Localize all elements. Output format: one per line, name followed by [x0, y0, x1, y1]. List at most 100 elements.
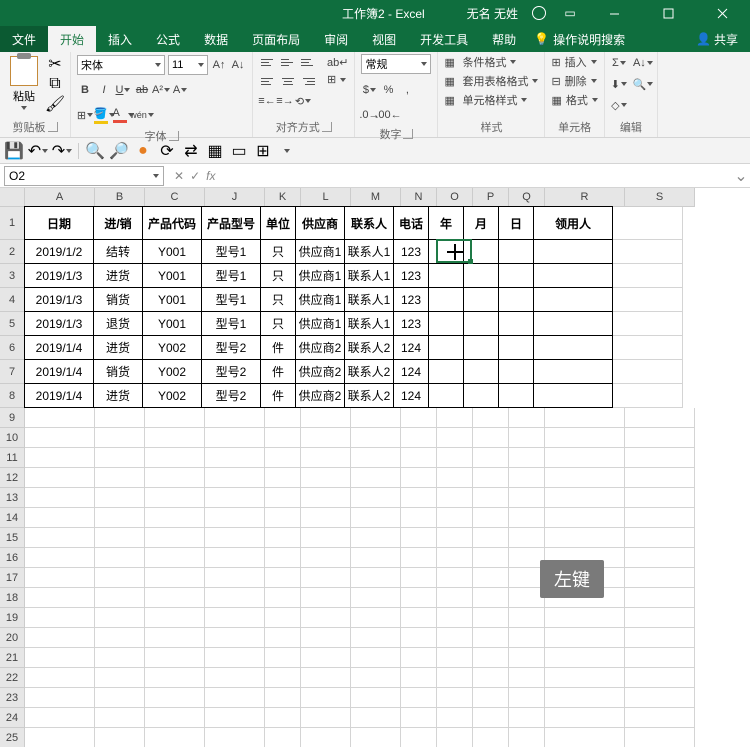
strikethrough-button[interactable]: ab: [134, 81, 150, 99]
cell-S5[interactable]: [613, 312, 683, 336]
qat-btn-1[interactable]: 🔍: [87, 143, 103, 159]
tab-data[interactable]: 数据: [192, 26, 240, 52]
cell-Q22[interactable]: [509, 668, 545, 688]
cell-K9[interactable]: [265, 408, 301, 428]
col-header-S[interactable]: S: [625, 188, 695, 207]
cell-A7[interactable]: 2019/1/4: [24, 359, 94, 384]
font-launcher[interactable]: [169, 131, 179, 141]
cell-J23[interactable]: [205, 688, 265, 708]
cell-M2[interactable]: 联系人1: [344, 239, 394, 264]
cell-B17[interactable]: [95, 568, 145, 588]
cell-J11[interactable]: [205, 448, 265, 468]
cell-P6[interactable]: [463, 335, 499, 360]
cell-S16[interactable]: [625, 548, 695, 568]
cell-C19[interactable]: [145, 608, 205, 628]
cell-C2[interactable]: Y001: [142, 239, 202, 264]
row-header-2[interactable]: 2: [0, 240, 25, 264]
cell-J12[interactable]: [205, 468, 265, 488]
cell-K23[interactable]: [265, 688, 301, 708]
cell-O20[interactable]: [437, 628, 473, 648]
undo-button[interactable]: ↶: [30, 143, 46, 159]
cell-C6[interactable]: Y002: [142, 335, 202, 360]
cell-P20[interactable]: [473, 628, 509, 648]
row-header-12[interactable]: 12: [0, 468, 25, 488]
col-header-M[interactable]: M: [351, 188, 401, 207]
cell-Q10[interactable]: [509, 428, 545, 448]
cell-J22[interactable]: [205, 668, 265, 688]
cell-A14[interactable]: [25, 508, 95, 528]
cell-N23[interactable]: [401, 688, 437, 708]
cell-R5[interactable]: [533, 311, 613, 336]
row-header-5[interactable]: 5: [0, 312, 25, 336]
table-format-button[interactable]: ▦套用表格格式: [444, 73, 538, 89]
qat-btn-5[interactable]: ⇄: [183, 143, 199, 159]
cell-R15[interactable]: [545, 528, 625, 548]
cell-C18[interactable]: [145, 588, 205, 608]
cell-O21[interactable]: [437, 648, 473, 668]
cell-P4[interactable]: [463, 287, 499, 312]
cell-N24[interactable]: [401, 708, 437, 728]
cell-J3[interactable]: 型号1: [201, 263, 261, 288]
format-cells-button[interactable]: ▦格式: [551, 92, 597, 108]
cell-A3[interactable]: 2019/1/3: [24, 263, 94, 288]
cell-P1[interactable]: 月: [463, 206, 499, 240]
row-header-15[interactable]: 15: [0, 528, 25, 548]
paste-button[interactable]: 粘贴: [6, 54, 42, 112]
cell-K24[interactable]: [265, 708, 301, 728]
col-header-J[interactable]: J: [205, 188, 265, 207]
cell-N25[interactable]: [401, 728, 437, 747]
cell-P24[interactable]: [473, 708, 509, 728]
font-size-select[interactable]: 11: [168, 55, 208, 75]
cell-J5[interactable]: 型号1: [201, 311, 261, 336]
cell-P9[interactable]: [473, 408, 509, 428]
row-header-24[interactable]: 24: [0, 708, 25, 728]
cell-P5[interactable]: [463, 311, 499, 336]
cell-B15[interactable]: [95, 528, 145, 548]
tab-help[interactable]: 帮助: [480, 26, 528, 52]
cell-K17[interactable]: [265, 568, 301, 588]
enter-icon[interactable]: ✓: [190, 169, 200, 183]
italic-button[interactable]: I: [96, 81, 112, 99]
cell-A17[interactable]: [25, 568, 95, 588]
align-center-button[interactable]: [279, 73, 297, 89]
cell-O16[interactable]: [437, 548, 473, 568]
cell-B13[interactable]: [95, 488, 145, 508]
cell-C20[interactable]: [145, 628, 205, 648]
cell-K4[interactable]: 只: [260, 287, 296, 312]
cell-K8[interactable]: 件: [260, 383, 296, 408]
cell-C15[interactable]: [145, 528, 205, 548]
cell-N11[interactable]: [401, 448, 437, 468]
cell-B18[interactable]: [95, 588, 145, 608]
cell-Q13[interactable]: [509, 488, 545, 508]
cell-Q23[interactable]: [509, 688, 545, 708]
cell-M16[interactable]: [351, 548, 401, 568]
autosum-button[interactable]: Σ: [611, 54, 627, 72]
cell-N3[interactable]: 123: [393, 263, 429, 288]
cell-M19[interactable]: [351, 608, 401, 628]
cell-N4[interactable]: 123: [393, 287, 429, 312]
cell-O9[interactable]: [437, 408, 473, 428]
cell-R3[interactable]: [533, 263, 613, 288]
cell-N2[interactable]: 123: [393, 239, 429, 264]
cell-N1[interactable]: 电话: [393, 206, 429, 240]
cell-L3[interactable]: 供应商1: [295, 263, 345, 288]
cell-K16[interactable]: [265, 548, 301, 568]
cell-N9[interactable]: [401, 408, 437, 428]
cell-A4[interactable]: 2019/1/3: [24, 287, 94, 312]
cell-L16[interactable]: [301, 548, 351, 568]
cell-B3[interactable]: 进货: [93, 263, 143, 288]
row-header-1[interactable]: 1: [0, 207, 25, 240]
cell-N7[interactable]: 124: [393, 359, 429, 384]
cell-O8[interactable]: [428, 383, 464, 408]
cell-N21[interactable]: [401, 648, 437, 668]
cell-R25[interactable]: [545, 728, 625, 747]
cell-A23[interactable]: [25, 688, 95, 708]
cell-J1[interactable]: 产品型号: [201, 206, 261, 240]
cell-L1[interactable]: 供应商: [295, 206, 345, 240]
cell-C13[interactable]: [145, 488, 205, 508]
cell-C7[interactable]: Y002: [142, 359, 202, 384]
cell-B20[interactable]: [95, 628, 145, 648]
cell-A8[interactable]: 2019/1/4: [24, 383, 94, 408]
cell-R10[interactable]: [545, 428, 625, 448]
cell-B1[interactable]: 进/销: [93, 206, 143, 240]
